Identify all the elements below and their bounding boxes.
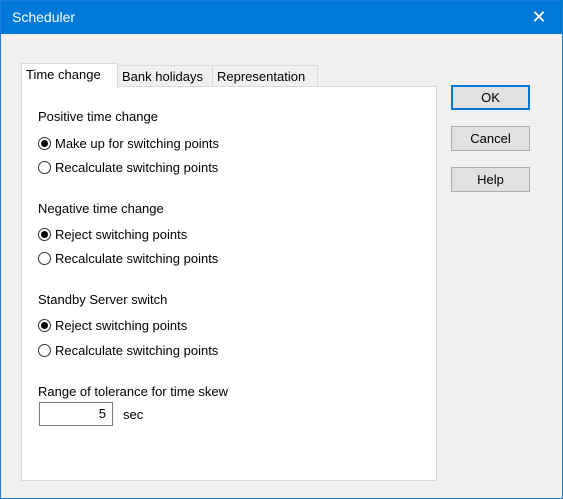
radio-label: Recalculate switching points <box>55 343 219 358</box>
standby-group-title: Standby Server switch <box>38 292 168 307</box>
ok-button[interactable]: OK <box>451 85 530 110</box>
radio-unselected-icon <box>38 252 51 265</box>
tolerance-input[interactable]: 5 <box>39 402 113 426</box>
tab-representation[interactable]: Representation <box>212 65 318 87</box>
scheduler-dialog: Scheduler ✕ Time change Bank holidays Re… <box>0 0 563 499</box>
negative-group-title: Negative time change <box>38 201 164 216</box>
radio-standby-reject[interactable]: Reject switching points <box>38 318 187 333</box>
radio-label: Reject switching points <box>55 227 188 242</box>
radio-positive-recalculate[interactable]: Recalculate switching points <box>38 160 218 175</box>
radio-negative-reject[interactable]: Reject switching points <box>38 227 187 242</box>
window-title: Scheduler <box>12 9 76 25</box>
radio-selected-icon <box>38 137 51 150</box>
tolerance-label: Range of tolerance for time skew <box>38 384 229 399</box>
tab-bank-holidays[interactable]: Bank holidays <box>117 65 213 87</box>
help-button[interactable]: Help <box>451 167 530 192</box>
radio-positive-make-up[interactable]: Make up for switching points <box>38 136 219 151</box>
radio-label: Recalculate switching points <box>55 251 219 266</box>
tab-time-change[interactable]: Time change <box>21 63 118 88</box>
close-icon[interactable]: ✕ <box>516 1 562 34</box>
radio-label: Recalculate switching points <box>55 160 219 175</box>
positive-group-title: Positive time change <box>38 109 158 124</box>
radio-label: Make up for switching points <box>55 136 220 151</box>
cancel-button[interactable]: Cancel <box>451 126 530 151</box>
radio-label: Reject switching points <box>55 318 188 333</box>
time-change-panel: Positive time change Make up for switchi… <box>21 86 437 481</box>
radio-negative-recalculate[interactable]: Recalculate switching points <box>38 251 218 266</box>
radio-selected-icon <box>38 228 51 241</box>
radio-selected-icon <box>38 319 51 332</box>
radio-unselected-icon <box>38 344 51 357</box>
tolerance-unit: sec <box>123 407 144 422</box>
radio-unselected-icon <box>38 161 51 174</box>
radio-standby-recalculate[interactable]: Recalculate switching points <box>38 343 218 358</box>
title-bar: Scheduler ✕ <box>1 1 562 34</box>
